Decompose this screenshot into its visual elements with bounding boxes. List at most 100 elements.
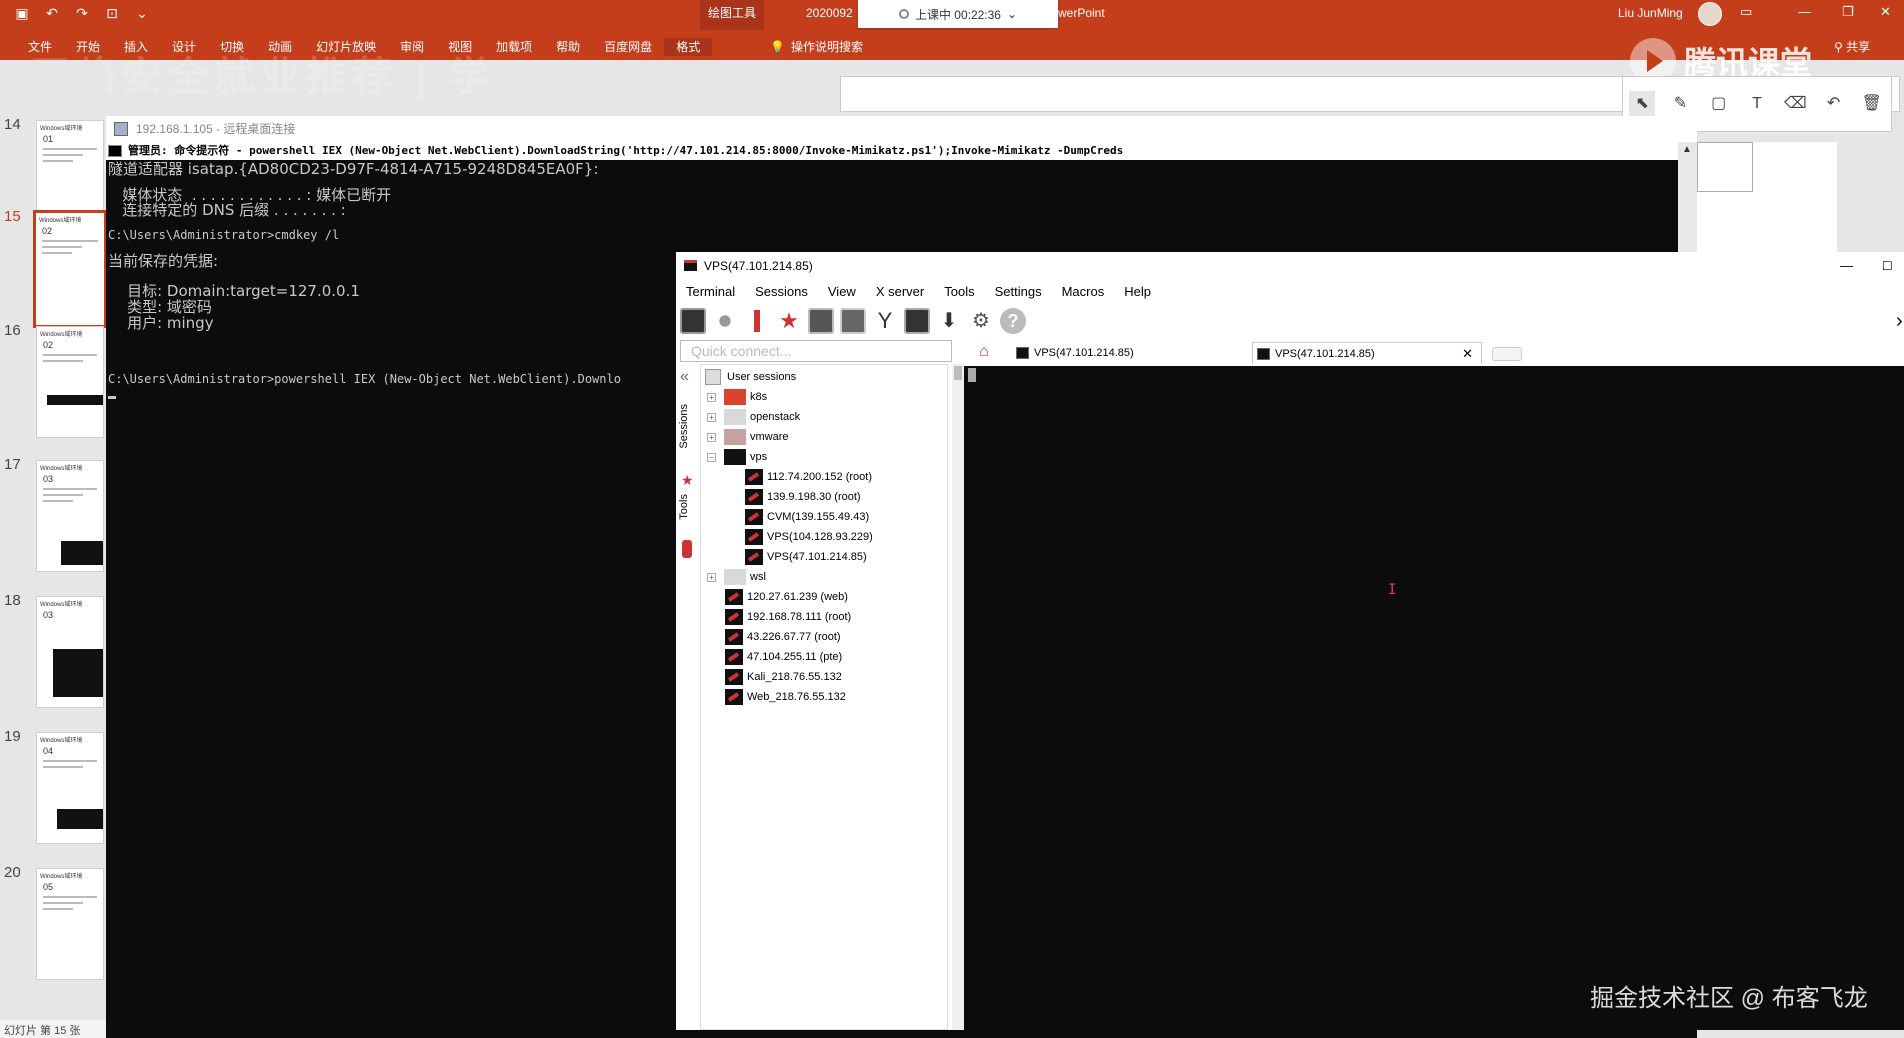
tell-me-search[interactable]: 💡 操作说明搜索 — [770, 38, 863, 55]
tab-baidu-netdisk[interactable]: 百度网盘 — [592, 38, 664, 56]
scrollbar-thumb[interactable] — [954, 366, 962, 380]
menu-help[interactable]: Help — [1114, 280, 1161, 304]
save-icon[interactable]: ▣ — [14, 5, 30, 21]
view-icon[interactable] — [840, 308, 866, 334]
restore-icon[interactable]: ❐ — [1842, 4, 1854, 20]
tree-session[interactable]: 47.104.255.11 (pte) — [725, 647, 842, 667]
close-icon[interactable]: ✕ — [1880, 4, 1891, 20]
avatar[interactable] — [1698, 2, 1722, 26]
tree-folder-wsl[interactable]: + wsl — [707, 567, 766, 587]
rdp-title: 192.168.1.105 - 远程桌面连接 — [136, 122, 296, 136]
menu-terminal[interactable]: Terminal — [676, 280, 745, 304]
slide-thumbnail[interactable]: Windows域环境 03 — [36, 596, 104, 708]
lightbulb-icon: 💡 — [770, 39, 785, 54]
sessions-monitor-icon[interactable] — [808, 308, 834, 334]
tree-folder-vmware[interactable]: + vmware — [707, 427, 789, 447]
thumb-code: 05 — [43, 882, 54, 892]
expand-icon[interactable]: + — [707, 432, 716, 442]
tree-folder-vps[interactable]: − vps — [707, 447, 767, 467]
undo-icon[interactable]: ↶ — [44, 5, 60, 21]
maximize-icon[interactable]: ☐ — [1882, 252, 1893, 280]
slide-thumbnail[interactable]: Windows域环境 05 — [36, 868, 104, 980]
slide-number: 18 — [4, 592, 21, 609]
menu-macros[interactable]: Macros — [1052, 280, 1115, 304]
menu-tools[interactable]: Tools — [934, 280, 984, 304]
menu-sessions[interactable]: Sessions — [745, 280, 818, 304]
tab-help[interactable]: 帮助 — [544, 38, 592, 56]
pen-icon[interactable]: ✎ — [1667, 91, 1693, 117]
class-timer[interactable]: 上课中 00:22:36 ⌄ — [858, 0, 1058, 28]
expand-icon[interactable]: + — [707, 392, 716, 402]
tree-folder-openstack[interactable]: + openstack — [707, 407, 800, 427]
sessions-side-tab[interactable]: Sessions — [678, 404, 690, 449]
trash-icon[interactable]: 🗑 — [1859, 91, 1885, 117]
slide-thumbnail-selected[interactable]: Windows域环境 02 — [33, 210, 107, 328]
home-tab-icon[interactable]: ⌂ — [974, 342, 994, 362]
tree-session[interactable]: 192.168.78.111 (root) — [725, 607, 851, 627]
slide-thumbnail[interactable]: Windows域环境 04 — [36, 732, 104, 844]
tree-root[interactable]: User sessions — [705, 367, 796, 387]
ribbon-display-icon[interactable]: ▭ — [1740, 4, 1752, 20]
thumb-title: Windows域环境 — [40, 738, 83, 744]
slide-thumbnail[interactable]: Windows域环境 02 — [36, 326, 104, 438]
moba-app-icon — [684, 260, 697, 271]
collapse-icon[interactable]: − — [707, 452, 716, 462]
session-tab-active[interactable]: VPS(47.101.214.85) ✕ — [1252, 342, 1482, 364]
chevron-right-icon[interactable]: › — [1896, 310, 1903, 333]
tree-folder-k8s[interactable]: + k8s — [707, 387, 767, 407]
status-bar: 幻灯片 第 15 张 — [0, 1020, 106, 1038]
tunneling-icon[interactable]: ⬇ — [936, 308, 962, 334]
games-star-icon[interactable]: ★ — [776, 308, 802, 334]
tree-session[interactable]: VPS(104.128.93.229) — [745, 527, 873, 547]
customize-icon[interactable]: ⌄ — [134, 5, 150, 21]
terminal-icon — [1016, 347, 1029, 359]
screen: ▣ ↶ ↷ ⊡ ⌄ 绘图工具 2020092 werPoint Liu JunM… — [0, 0, 1904, 1038]
tree-scrollbar[interactable] — [952, 364, 964, 1030]
minimize-icon[interactable]: — — [1840, 252, 1853, 280]
undo-icon[interactable]: ↶ — [1821, 91, 1847, 117]
present-icon[interactable]: ⊡ — [104, 5, 120, 21]
slide-thumbnail[interactable]: Windows域环境 03 — [36, 460, 104, 572]
split-icon[interactable]: Y — [872, 308, 898, 334]
tree-session[interactable]: 139.9.198.30 (root) — [745, 487, 861, 507]
expand-icon[interactable]: + — [707, 572, 716, 582]
terminal-area[interactable] — [964, 366, 1904, 1030]
tree-session[interactable]: 112.74.200.152 (root) — [745, 467, 872, 487]
text-icon[interactable]: T — [1744, 91, 1770, 117]
eraser-icon[interactable]: ⌫ — [1782, 91, 1808, 117]
quick-connect-input[interactable]: Quick connect... — [680, 340, 952, 362]
pointer-icon[interactable]: ⬉ — [1629, 91, 1656, 117]
multiexec-icon[interactable] — [904, 308, 930, 334]
tree-session[interactable]: Web_218.76.55.132 — [725, 687, 846, 707]
tree-session[interactable]: 43.226.67.77 (root) — [725, 627, 841, 647]
share-button[interactable]: ⚲ 共享 — [1834, 38, 1870, 55]
tab-format[interactable]: 格式 — [664, 38, 713, 56]
tree-session[interactable]: 120.27.61.239 (web) — [725, 587, 848, 607]
tools-side-tab[interactable]: Tools — [678, 494, 690, 520]
settings-gear-icon[interactable]: ⚙ — [968, 308, 994, 334]
expand-icon[interactable]: + — [707, 412, 716, 422]
tree-label: k8s — [750, 391, 768, 403]
tools-icon[interactable] — [744, 308, 770, 334]
servers-icon[interactable] — [712, 308, 738, 334]
tree-session[interactable]: VPS(47.101.214.85) — [745, 547, 867, 567]
redo-icon[interactable]: ↷ — [74, 5, 90, 21]
new-tab-button[interactable] — [1492, 347, 1522, 361]
user-name[interactable]: Liu JunMing — [1618, 6, 1683, 20]
menu-settings[interactable]: Settings — [985, 280, 1052, 304]
menu-xserver[interactable]: X server — [866, 280, 934, 304]
collapse-chevron-icon[interactable]: « — [680, 368, 689, 386]
session-icon[interactable] — [680, 308, 706, 334]
tree-label: 139.9.198.30 (root) — [767, 491, 861, 503]
close-tab-icon[interactable]: ✕ — [1462, 343, 1473, 365]
help-icon[interactable]: ? — [1000, 308, 1026, 334]
tree-session[interactable]: Kali_218.76.55.132 — [725, 667, 842, 687]
tree-session[interactable]: CVM(139.155.49.43) — [745, 507, 869, 527]
tools-icon[interactable] — [682, 540, 692, 558]
menu-view[interactable]: View — [818, 280, 866, 304]
scroll-up-icon[interactable]: ▲ — [1682, 144, 1692, 155]
favorites-star-icon[interactable]: ★ — [681, 472, 694, 489]
session-tab[interactable]: VPS(47.101.214.85) — [1012, 342, 1202, 364]
minimize-icon[interactable]: — — [1798, 4, 1811, 19]
rectangle-icon[interactable]: ▢ — [1706, 91, 1732, 117]
